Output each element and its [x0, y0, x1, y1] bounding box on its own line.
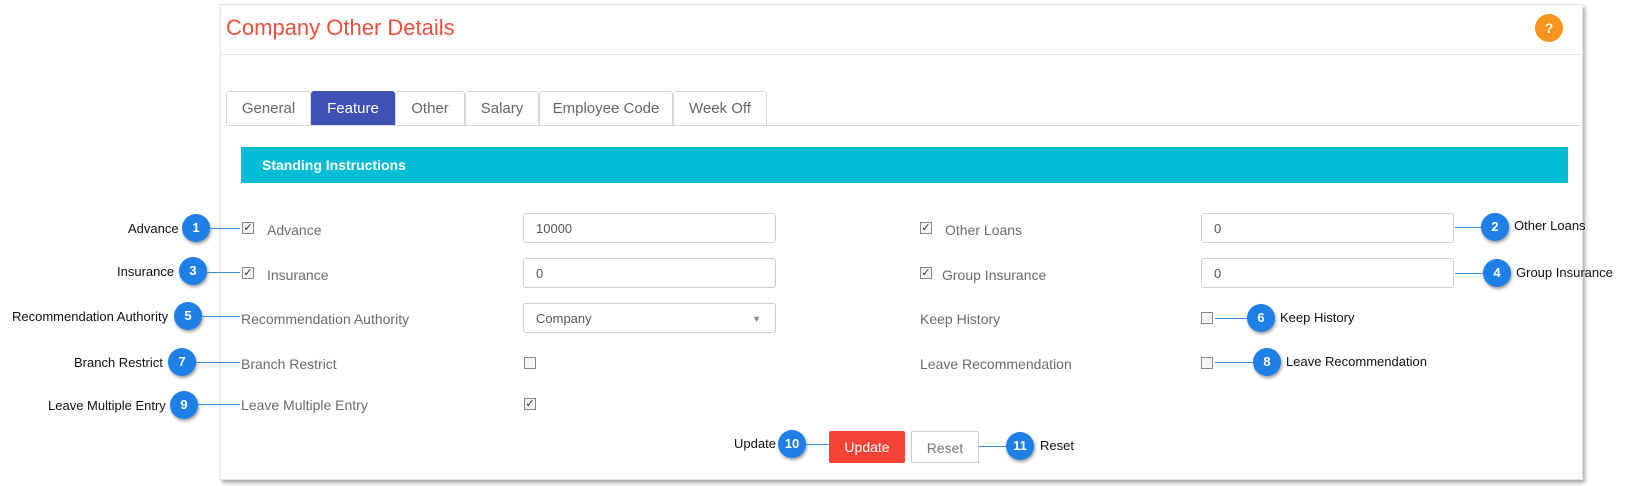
update-button[interactable]: Update — [829, 431, 905, 463]
callout-line-11 — [979, 446, 1006, 447]
page-title: Company Other Details — [226, 15, 455, 40]
reset-button[interactable]: Reset — [911, 431, 979, 463]
callout-label-leave-multiple-entry: Leave Multiple Entry — [48, 398, 166, 413]
callout-badge-1: 1 — [182, 214, 210, 242]
callout-label-insurance: Insurance — [117, 264, 175, 279]
leave-recommendation-checkbox[interactable] — [1201, 357, 1213, 369]
callout-label-advance: Advance — [128, 221, 179, 236]
insurance-label: Insurance — [267, 267, 329, 283]
tab-week-off[interactable]: Week Off — [673, 91, 767, 125]
callout-badge-10: 10 — [778, 430, 806, 458]
tab-other[interactable]: Other — [395, 91, 465, 125]
group-insurance-label: Group Insurance — [942, 267, 1047, 283]
tab-general[interactable]: General — [226, 91, 311, 125]
callout-badge-9: 9 — [170, 391, 198, 419]
callout-line-2 — [1455, 227, 1481, 228]
callout-badge-3: 3 — [179, 257, 207, 285]
leave-recommendation-label: Leave Recommendation — [920, 356, 1072, 372]
help-icon[interactable]: ? — [1535, 14, 1563, 42]
advance-label: Advance — [267, 222, 322, 238]
callout-badge-5: 5 — [174, 302, 202, 330]
callout-badge-6: 6 — [1247, 304, 1275, 332]
insurance-input[interactable]: 0 — [523, 258, 776, 288]
callout-label-reset: Reset — [1040, 438, 1074, 453]
callout-badge-2: 2 — [1481, 213, 1509, 241]
callout-line-5 — [202, 316, 240, 317]
advance-input[interactable]: 10000 — [523, 213, 776, 243]
callout-label-branch-restrict: Branch Restrict — [74, 355, 163, 370]
tab-feature[interactable]: Feature — [311, 91, 395, 125]
section-title: Standing Instructions — [262, 157, 406, 173]
callout-line-4 — [1455, 273, 1483, 274]
advance-checkbox[interactable]: ✓ — [242, 222, 254, 234]
callout-line-3 — [207, 272, 240, 273]
recommendation-authority-label: Recommendation Authority — [241, 311, 410, 327]
callout-line-9 — [198, 404, 240, 405]
group-insurance-input[interactable]: 0 — [1201, 258, 1454, 288]
callout-label-keep-history: Keep History — [1280, 310, 1355, 325]
callout-line-6 — [1215, 318, 1247, 319]
callout-line-8 — [1215, 362, 1253, 363]
tab-salary[interactable]: Salary — [465, 91, 539, 125]
callout-label-other-loans: Other Loans — [1514, 218, 1586, 233]
recommendation-authority-value: Company — [536, 311, 592, 326]
callout-line-10 — [806, 444, 829, 445]
callout-label-update: Update — [734, 436, 776, 451]
other-loans-label: Other Loans — [945, 222, 1023, 238]
callout-line-1 — [210, 228, 240, 229]
callout-line-7 — [196, 362, 240, 363]
callout-badge-7: 7 — [168, 348, 196, 376]
section-header: Standing Instructions — [241, 147, 1568, 183]
callout-badge-8: 8 — [1253, 348, 1281, 376]
group-insurance-checkbox[interactable]: ✓ — [920, 267, 932, 279]
tab-underline — [226, 125, 1581, 126]
branch-restrict-checkbox[interactable] — [524, 357, 536, 369]
callout-badge-11: 11 — [1006, 432, 1034, 460]
branch-restrict-label: Branch Restrict — [241, 356, 337, 372]
leave-multiple-entry-checkbox[interactable]: ✓ — [524, 398, 536, 410]
insurance-checkbox[interactable]: ✓ — [242, 267, 254, 279]
callout-label-recommendation-authority: Recommendation Authority — [12, 309, 169, 324]
caret-down-icon: ▼ — [752, 314, 761, 324]
callout-badge-4: 4 — [1483, 259, 1511, 287]
other-loans-input[interactable]: 0 — [1201, 213, 1454, 243]
title-divider — [221, 54, 1581, 55]
leave-multiple-entry-label: Leave Multiple Entry — [241, 397, 368, 413]
recommendation-authority-select[interactable]: Company ▼ — [523, 303, 776, 333]
tab-employee-code[interactable]: Employee Code — [539, 91, 673, 125]
keep-history-checkbox[interactable] — [1201, 312, 1213, 324]
callout-label-leave-recommendation: Leave Recommendation — [1286, 354, 1427, 369]
keep-history-label: Keep History — [920, 311, 1001, 327]
other-loans-checkbox[interactable]: ✓ — [920, 222, 932, 234]
callout-label-group-insurance: Group Insurance — [1516, 265, 1613, 280]
